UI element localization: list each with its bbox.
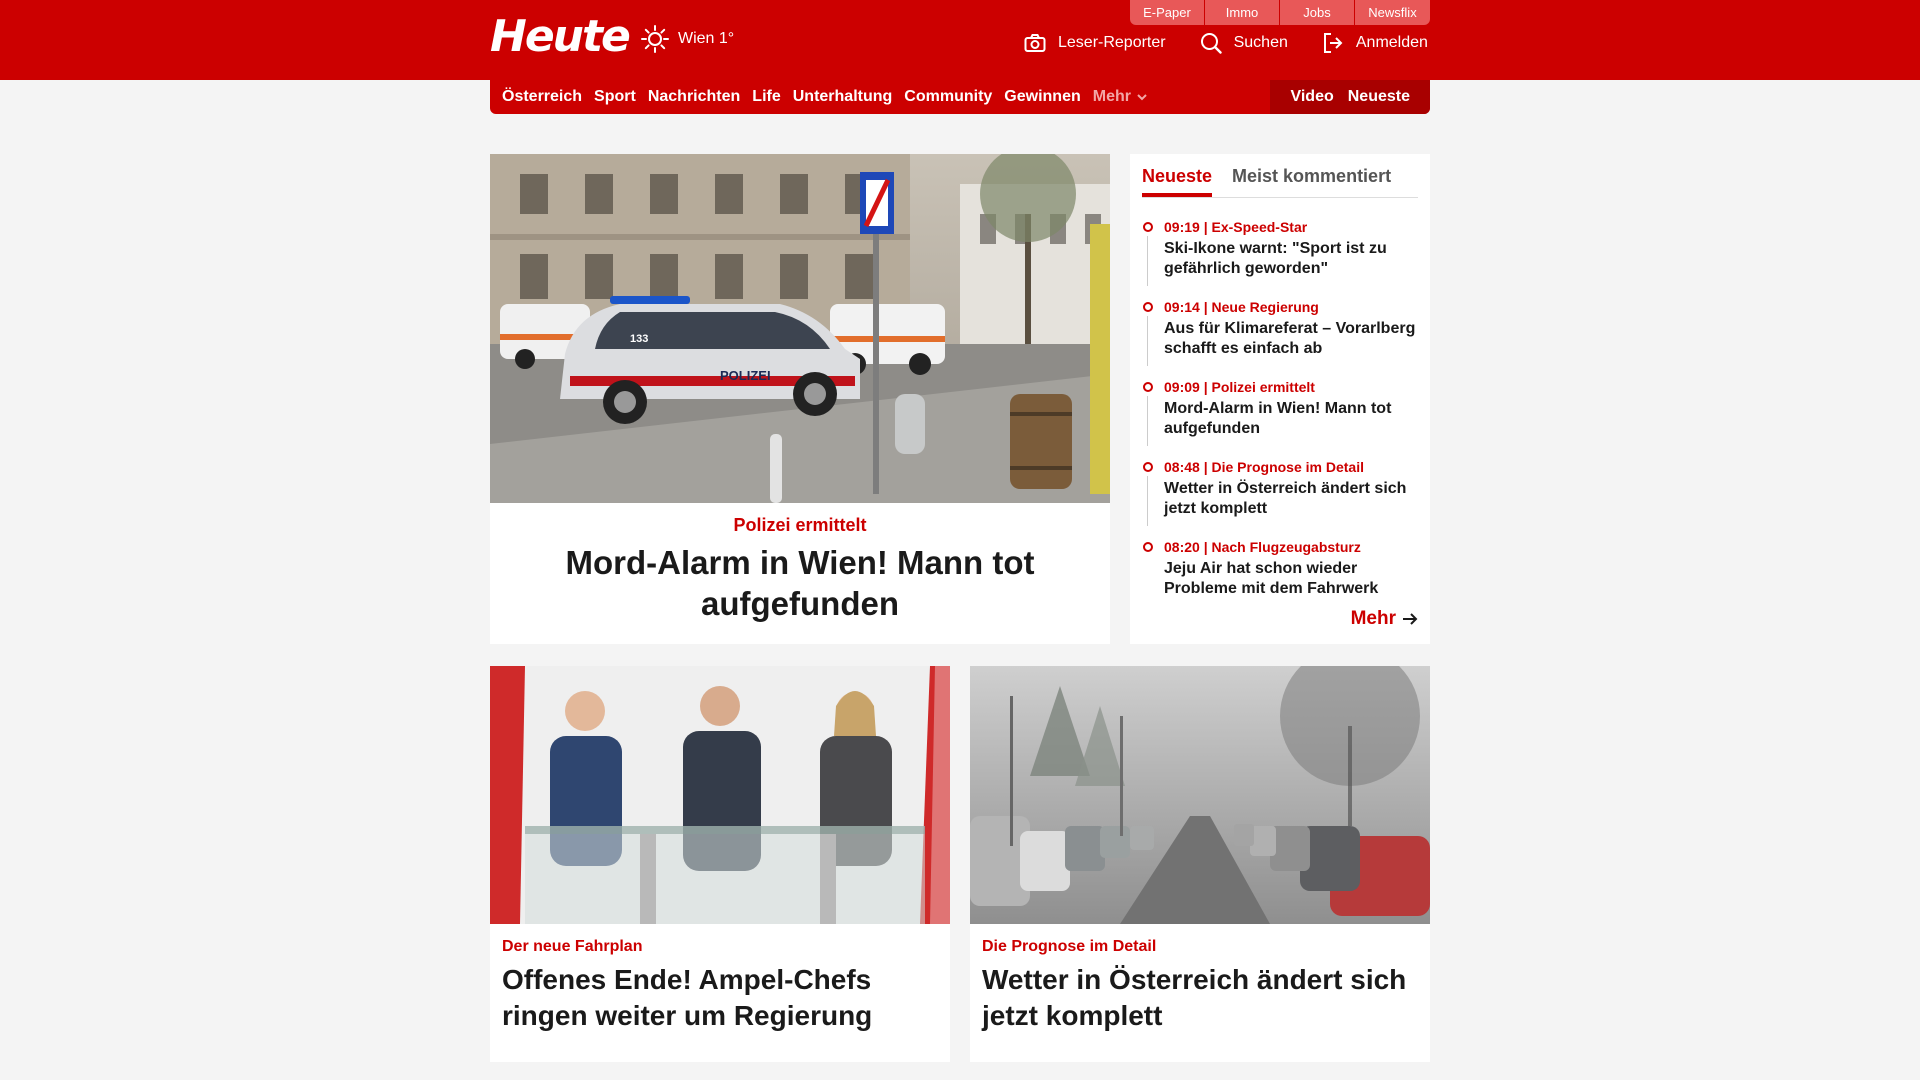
leser-reporter-label: Leser-Reporter bbox=[1058, 34, 1166, 51]
news-item-meta: 09:09 | Polizei ermittelt bbox=[1164, 379, 1315, 395]
article-card-headline[interactable]: Wetter in Österreich ändert sich jetzt k… bbox=[982, 962, 1418, 1034]
news-item[interactable]: 08:48 | Die Prognose im Detail Wetter in… bbox=[1142, 458, 1418, 526]
service-tabs: E-Paper Immo Jobs Newsflix bbox=[1130, 0, 1430, 25]
timeline-line bbox=[1147, 316, 1148, 366]
sidebar-more-label: Mehr bbox=[1350, 608, 1396, 629]
police-car-label: POLIZEI bbox=[720, 368, 771, 383]
timeline-dot-icon bbox=[1143, 222, 1153, 232]
nav-item-gewinnen[interactable]: Gewinnen bbox=[1004, 88, 1080, 106]
nav-more-dropdown[interactable]: Mehr bbox=[1093, 88, 1149, 106]
news-item-meta: 08:20 | Nach Flugzeugabsturz bbox=[1164, 539, 1361, 555]
nav-item-sport[interactable]: Sport bbox=[594, 88, 636, 106]
timeline-dot-icon bbox=[1143, 462, 1153, 472]
news-item-title[interactable]: Mord-Alarm in Wien! Mann tot aufgefunden bbox=[1164, 399, 1418, 439]
service-tab-newsflix[interactable]: Newsflix bbox=[1355, 0, 1430, 25]
timeline-line bbox=[1147, 236, 1148, 286]
news-list: 09:19 | Ex-Speed-Star Ski-Ikone warnt: "… bbox=[1142, 218, 1418, 599]
search-button[interactable]: Suchen bbox=[1200, 32, 1288, 54]
top-header bbox=[0, 0, 1920, 80]
lead-article[interactable]: POLIZEI 133 Polizei ermittelt Mord-Alarm… bbox=[490, 154, 1110, 644]
sidebar-more-link[interactable]: Mehr bbox=[1351, 608, 1418, 630]
lead-article-headline[interactable]: Mord-Alarm in Wien! Mann tot aufgefunden bbox=[530, 542, 1070, 624]
news-item[interactable]: 09:09 | Polizei ermittelt Mord-Alarm in … bbox=[1142, 378, 1418, 446]
tab-meist-kommentiert[interactable]: Meist kommentiert bbox=[1232, 166, 1391, 197]
news-item[interactable]: 09:14 | Neue Regierung Aus für Klimarefe… bbox=[1142, 298, 1418, 366]
nav-item-community[interactable]: Community bbox=[904, 88, 992, 106]
lead-article-image[interactable]: POLIZEI 133 bbox=[490, 154, 1110, 503]
latest-news-sidebar: Neueste Meist kommentiert 09:19 | Ex-Spe… bbox=[1130, 154, 1430, 644]
police-car-number: 133 bbox=[630, 333, 648, 345]
nav-more-label: Mehr bbox=[1092, 88, 1131, 105]
service-tab-epaper[interactable]: E-Paper bbox=[1130, 0, 1205, 25]
news-item-title[interactable]: Wetter in Österreich ändert sich jetzt k… bbox=[1164, 479, 1418, 519]
arrow-right-icon bbox=[1403, 613, 1418, 625]
header-actions: Leser-Reporter Suchen Anmelden bbox=[1024, 32, 1428, 54]
nav-right-group: Video Neueste bbox=[1270, 80, 1430, 114]
timeline-dot-icon bbox=[1143, 382, 1153, 392]
nav-item-neueste[interactable]: Neueste bbox=[1348, 88, 1410, 106]
nav-item-video[interactable]: Video bbox=[1290, 88, 1333, 106]
login-label: Anmelden bbox=[1355, 34, 1428, 51]
news-item-title[interactable]: Aus für Klimareferat – Vorarlberg schaff… bbox=[1164, 319, 1418, 359]
timeline-dot-icon bbox=[1143, 542, 1153, 552]
tab-neueste[interactable]: Neueste bbox=[1142, 166, 1213, 197]
heute-logo[interactable]: Heute bbox=[490, 12, 631, 62]
sidebar-tabs: Neueste Meist kommentiert bbox=[1142, 154, 1418, 198]
article-card[interactable]: Der neue Fahrplan Offenes Ende! Ampel-Ch… bbox=[490, 666, 950, 1062]
article-card-image[interactable] bbox=[490, 666, 950, 924]
article-card-headline[interactable]: Offenes Ende! Ampel-Chefs ringen weiter … bbox=[502, 962, 938, 1034]
login-button[interactable]: Anmelden bbox=[1322, 32, 1428, 54]
main-navigation: Österreich Sport Nachrichten Life Unterh… bbox=[490, 80, 1430, 114]
search-label: Suchen bbox=[1233, 34, 1288, 51]
nav-item-nachrichten[interactable]: Nachrichten bbox=[648, 88, 740, 106]
weather-text: Wien 1° bbox=[678, 30, 735, 47]
chevron-down-icon bbox=[1137, 94, 1147, 101]
news-item-title[interactable]: Jeju Air hat schon wieder Probleme mit d… bbox=[1164, 559, 1418, 599]
service-tab-jobs[interactable]: Jobs bbox=[1280, 0, 1355, 25]
lead-article-kicker: Polizei ermittelt bbox=[733, 515, 867, 535]
news-item-meta: 09:19 | Ex-Speed-Star bbox=[1164, 219, 1308, 235]
search-icon bbox=[1200, 33, 1222, 54]
weather-widget[interactable]: Wien 1° bbox=[640, 24, 734, 54]
timeline-line bbox=[1147, 476, 1148, 526]
login-icon bbox=[1323, 33, 1343, 53]
article-card-kicker: Die Prognose im Detail bbox=[982, 938, 1157, 955]
leser-reporter-button[interactable]: Leser-Reporter bbox=[1024, 33, 1166, 53]
article-card[interactable]: Die Prognose im Detail Wetter in Österre… bbox=[970, 666, 1430, 1062]
timeline-line bbox=[1147, 396, 1148, 446]
service-tab-immo[interactable]: Immo bbox=[1205, 0, 1280, 25]
camera-icon bbox=[1024, 34, 1046, 52]
news-item-title[interactable]: Ski-Ikone warnt: "Sport ist zu gefährlic… bbox=[1164, 239, 1418, 279]
article-card-image[interactable] bbox=[970, 666, 1430, 924]
timeline-dot-icon bbox=[1143, 302, 1153, 312]
news-item-meta: 09:14 | Neue Regierung bbox=[1164, 299, 1319, 315]
nav-item-life[interactable]: Life bbox=[752, 88, 780, 106]
article-card-kicker: Der neue Fahrplan bbox=[502, 938, 643, 955]
nav-item-unterhaltung[interactable]: Unterhaltung bbox=[793, 88, 893, 106]
news-item-meta: 08:48 | Die Prognose im Detail bbox=[1164, 459, 1364, 475]
nav-item-oesterreich[interactable]: Österreich bbox=[502, 88, 582, 106]
sun-icon bbox=[641, 25, 669, 53]
news-item[interactable]: 08:20 | Nach Flugzeugabsturz Jeju Air ha… bbox=[1142, 538, 1418, 599]
news-item[interactable]: 09:19 | Ex-Speed-Star Ski-Ikone warnt: "… bbox=[1142, 218, 1418, 286]
